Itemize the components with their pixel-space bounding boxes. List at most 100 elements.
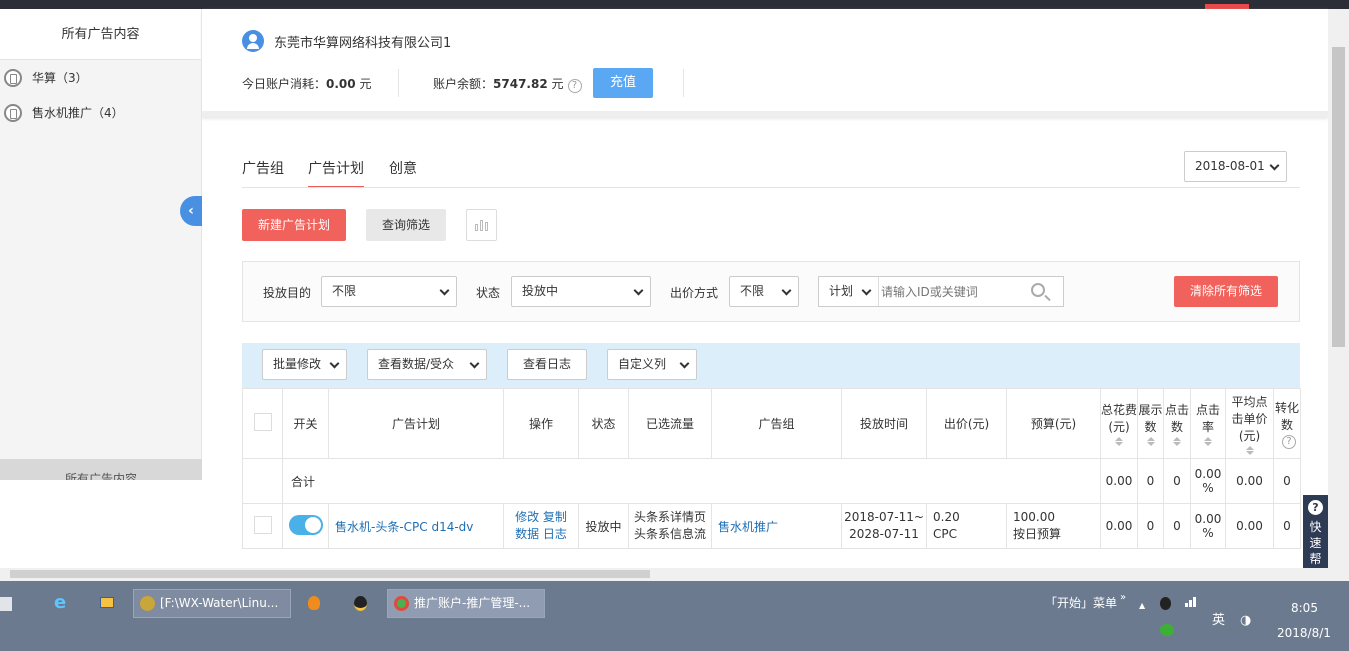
col-header: 操作 [503,388,579,459]
col-header-sortable[interactable]: 展示数 [1137,388,1164,459]
status-cell: 投放中 [578,503,629,549]
col-header: 转化数? [1273,388,1301,459]
copy-link[interactable]: 复制 [543,510,567,524]
qq-tray-icon[interactable] [1160,588,1174,618]
network-signal-icon[interactable] [1184,588,1202,618]
chart-button[interactable] [466,209,497,241]
taskbar-task-chrome[interactable]: 推广账户-推广管理-... [387,589,545,618]
scroll-thumb[interactable] [10,570,650,578]
new-ad-plan-button[interactable]: 新建广告计划 [242,209,346,241]
ime-mode-icon[interactable]: ◑ [1240,606,1251,636]
row-checkbox[interactable] [253,515,272,534]
chevron-down-icon [1269,160,1280,171]
chevron-left-icon: ‹ [188,203,194,219]
view-data-dropdown[interactable]: 查看数据/受众 [367,349,487,380]
taskbar-task-explorer[interactable]: [F:\WX-Water\Linu... [133,589,291,618]
windows-taskbar: e [F:\WX-Water\Linu... 推广账户-推广管理-... 「开始… [0,581,1349,651]
data-link[interactable]: 数据 [515,527,539,541]
vertical-scrollbar[interactable] [1328,9,1349,569]
col-header: 已选流量 [628,388,712,459]
sidebar-item-water-machine[interactable]: 售水机推广（4） [0,95,201,130]
tray-expand-icon[interactable]: ▲ [1139,591,1149,621]
bid-method-select[interactable]: 不限 [729,276,799,307]
summary-cell: 0 [1137,458,1164,504]
ie-icon[interactable]: e [54,588,72,618]
search-box: 计划 [818,276,1064,307]
ad-plan-table: 开关 广告计划 操作 状态 已选流量 广告组 投放时间 出价(元) 预算(元) … [242,388,1301,549]
wechat-icon[interactable] [1160,624,1174,638]
col-header: 广告组 [711,388,842,459]
windows-start-icon[interactable] [0,597,12,611]
tab-ad-group[interactable]: 广告组 [242,158,284,188]
col-header: 状态 [578,388,629,459]
start-menu-label[interactable]: 「开始」菜单 [1045,588,1125,618]
conversions-cell: 0 [1273,503,1301,549]
summary-cell: 0.00 % [1190,458,1226,504]
today-spend: 今日账户消耗：0.00 元 [242,77,372,91]
qq-icon[interactable] [354,588,372,618]
col-header-sortable[interactable]: 点击率 [1190,388,1226,459]
bid-cell: 0.20 CPC [926,503,1007,549]
purpose-label: 投放目的 [263,286,312,300]
sidebar-item-huasuan[interactable]: 华算（3） [0,60,201,95]
ime-indicator[interactable]: 英 [1212,606,1225,636]
app-flame-icon[interactable] [308,588,326,618]
summary-cell: 0 [1273,458,1301,504]
custom-columns-dropdown[interactable]: 自定义列 [607,349,697,380]
account-panel: 东莞市华算网络科技有限公司1 今日账户消耗：0.00 元 账户余额：5747.8… [202,9,1328,117]
status-select[interactable]: 投放中 [511,276,651,307]
view-log-button[interactable]: 查看日志 [507,349,587,380]
table-header: 开关 广告计划 操作 状态 已选流量 广告组 投放时间 出价(元) 预算(元) … [242,388,1301,459]
purpose-select[interactable]: 不限 [321,276,457,307]
col-header: 广告计划 [328,388,504,459]
batch-edit-dropdown[interactable]: 批量修改 [262,349,347,380]
divider [683,69,684,97]
tab-ad-plan[interactable]: 广告计划 [308,158,364,188]
table-row: 售水机-头条-CPC d14-dv 修改 复制 数据 日志 投放中 头条系详情页… [242,503,1301,549]
scroll-thumb[interactable] [1332,47,1345,347]
chrome-icon [394,596,409,611]
chevron-icon[interactable]: » [1120,583,1132,613]
log-link[interactable]: 日志 [543,527,567,541]
filter-bar: 投放目的 不限 状态 投放中 出价方式 不限 计划 清除所有筛选 [242,261,1300,322]
edit-link[interactable]: 修改 [515,510,539,524]
col-header-sortable[interactable]: 点击数 [1163,388,1191,459]
summary-row: 合计 0.00 0 0 0.00 % 0.00 0 [242,458,1301,504]
help-icon[interactable]: ? [567,79,582,93]
recharge-button[interactable]: 充值 [593,68,653,98]
quick-help-button[interactable]: ?快速帮助 [1303,495,1328,568]
desktop-icon[interactable] [100,588,118,618]
collapse-sidebar-button[interactable]: ‹ [180,196,202,226]
browser-top-bar [0,0,1349,9]
col-header: 预算(元) [1006,388,1101,459]
search-icon[interactable] [1031,283,1045,297]
cost-cell: 0.00 [1100,503,1138,549]
company-name: 东莞市华算网络科技有限公司1 [274,36,452,51]
select-all-checkbox[interactable] [253,413,272,431]
summary-cell: 0.00 [1225,458,1274,504]
date-picker[interactable]: 2018-08-01 [1184,151,1287,182]
plan-switch-toggle[interactable] [288,514,323,535]
question-icon: ? [1308,500,1323,515]
divider [398,69,399,97]
clock-date[interactable]: 2018/8/1 [1277,618,1331,648]
sidebar-title: 所有广告内容 [0,9,201,60]
col-header-sortable[interactable]: 总花费(元) [1100,388,1138,459]
query-filter-button[interactable]: 查询筛选 [366,209,446,241]
search-scope-select[interactable]: 计划 [819,277,879,306]
tab-creative[interactable]: 创意 [389,158,417,188]
time-cell: 2018-07-11~ 2028-07-11 [841,503,927,549]
select-all[interactable] [242,388,283,459]
chevron-down-icon [633,285,644,296]
clear-filters-button[interactable]: 清除所有筛选 [1174,276,1278,307]
clicks-cell: 0 [1163,503,1191,549]
help-icon[interactable]: ? [1282,434,1296,449]
search-input[interactable] [881,279,1021,304]
cpc-cell: 0.00 [1225,503,1274,549]
col-header-sortable[interactable]: 平均点击单价(元) [1225,388,1274,459]
plan-name-link[interactable]: 售水机-头条-CPC d14-dv [328,503,504,549]
ad-group-link[interactable]: 售水机推广 [711,503,842,549]
chevron-down-icon [679,358,690,369]
col-header: 投放时间 [841,388,927,459]
horizontal-scrollbar[interactable] [0,568,1349,581]
